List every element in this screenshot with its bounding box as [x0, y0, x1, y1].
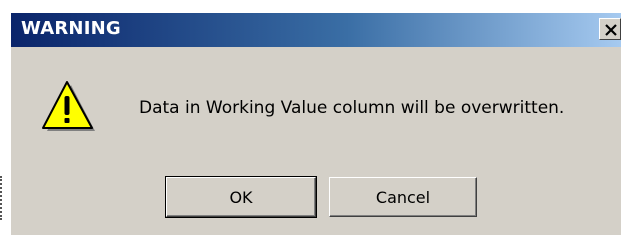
dialog-title: WARNING — [21, 18, 121, 39]
close-icon — [605, 24, 617, 36]
warning-dialog: WARNING Data in Working Value column wil… — [10, 12, 621, 235]
window-edge-marker — [0, 176, 4, 220]
ok-button[interactable]: OK — [165, 176, 317, 218]
dialog-message: Data in Working Value column will be ove… — [139, 98, 565, 118]
page: WARNING Data in Working Value column wil… — [0, 0, 621, 240]
close-button[interactable] — [599, 18, 621, 40]
titlebar[interactable]: WARNING — [11, 13, 621, 47]
warning-icon — [42, 81, 95, 131]
cancel-button[interactable]: Cancel — [329, 177, 477, 217]
